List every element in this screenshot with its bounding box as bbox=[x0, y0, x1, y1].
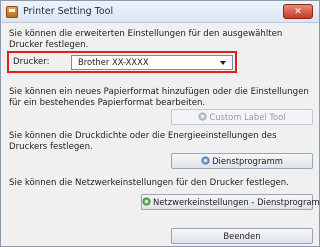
printer-selection-highlight: Drucker: Brother XX-XXXX bbox=[7, 51, 237, 73]
printer-tool-icon bbox=[6, 6, 18, 18]
title-bar: Printer Setting Tool ✕ bbox=[1, 1, 319, 23]
custom-label-tool-button[interactable]: Custom Label Tool bbox=[171, 109, 313, 125]
custom-label-section-description: Sie können ein neues Papierformat hinzuf… bbox=[9, 87, 309, 108]
close-x-icon: ✕ bbox=[294, 7, 302, 17]
printer-setting-tool-window: Printer Setting Tool ✕ Sie können die er… bbox=[0, 0, 320, 247]
window-title: Printer Setting Tool bbox=[23, 6, 114, 17]
printer-section-description: Sie können die erweiterten Einstellungen… bbox=[9, 29, 283, 50]
chevron-down-icon bbox=[220, 61, 226, 65]
custom-label-tool-icon bbox=[198, 112, 207, 121]
printer-dropdown-value: Brother XX-XXXX bbox=[78, 57, 149, 67]
printer-dropdown[interactable]: Brother XX-XXXX bbox=[71, 55, 233, 70]
utility-tool-icon bbox=[201, 156, 210, 165]
utility-button-label: Dienstprogramm bbox=[212, 156, 283, 166]
exit-button[interactable]: Beenden bbox=[171, 228, 313, 244]
custom-label-tool-button-label: Custom Label Tool bbox=[209, 112, 286, 122]
printer-label: Drucker: bbox=[13, 57, 50, 67]
network-settings-button-label: Netzwerkeinstellungen - Dienstprogramm bbox=[153, 197, 320, 207]
network-section-description: Sie können die Netzwerkeinstellungen für… bbox=[9, 178, 289, 188]
close-button[interactable]: ✕ bbox=[283, 4, 313, 19]
network-tool-icon bbox=[142, 197, 151, 206]
exit-button-label: Beenden bbox=[223, 231, 261, 241]
network-settings-button[interactable]: Netzwerkeinstellungen - Dienstprogramm bbox=[141, 194, 320, 210]
utility-section-description: Sie können die Druckdichte oder die Ener… bbox=[9, 131, 277, 152]
utility-button[interactable]: Dienstprogramm bbox=[171, 153, 313, 169]
